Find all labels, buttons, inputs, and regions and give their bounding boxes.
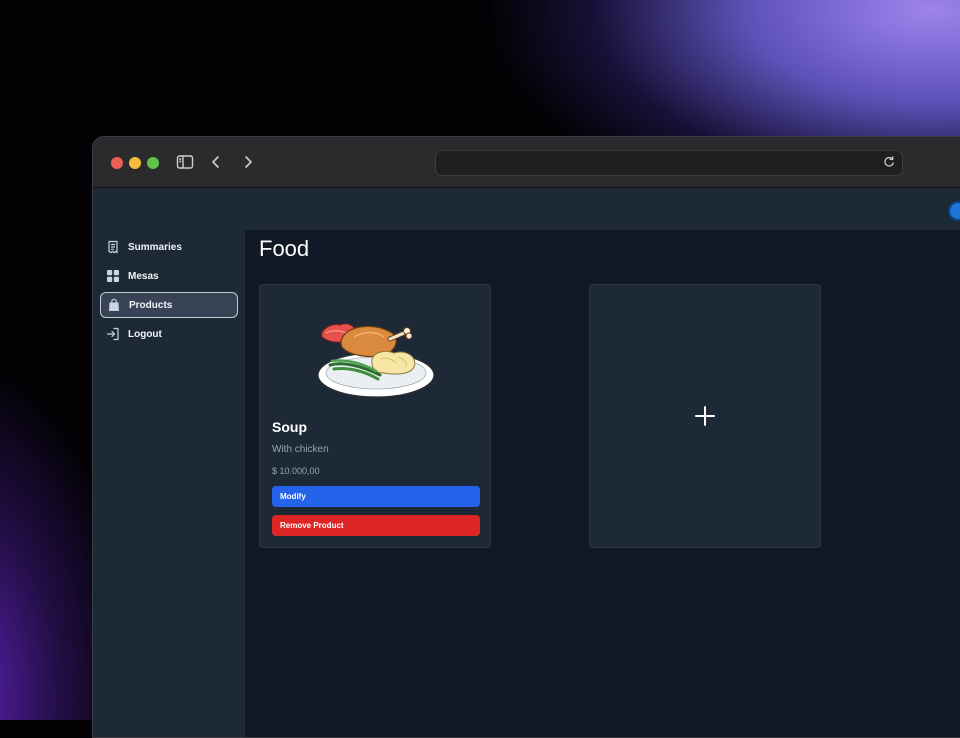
receipt-icon xyxy=(106,240,120,254)
avatar[interactable] xyxy=(948,201,960,221)
food-image xyxy=(317,323,435,398)
bag-icon xyxy=(107,298,121,312)
sidebar-item-label: Products xyxy=(129,299,173,311)
forward-icon[interactable] xyxy=(238,152,258,172)
sidebar-item-logout[interactable]: Logout xyxy=(100,321,238,347)
grid-icon xyxy=(106,269,120,283)
browser-titlebar xyxy=(93,137,960,188)
sidebar: Summaries Mesas Products Logout xyxy=(93,230,245,737)
logout-icon xyxy=(106,327,120,341)
sidebar-toggle-icon[interactable] xyxy=(175,152,195,172)
minimize-window-button[interactable] xyxy=(129,157,141,169)
back-icon[interactable] xyxy=(206,152,226,172)
page-title: Food xyxy=(259,236,310,261)
main-content: Food Soup With chicken $ 10.000,00 Modif… xyxy=(245,230,960,737)
address-bar[interactable] xyxy=(435,150,903,176)
product-price: $ 10.000,00 xyxy=(272,466,320,476)
remove-product-button[interactable]: Remove Product xyxy=(272,515,480,536)
product-description: With chicken xyxy=(272,444,329,455)
sidebar-item-label: Summaries xyxy=(128,241,182,253)
add-product-card[interactable] xyxy=(589,284,821,548)
sidebar-item-summaries[interactable]: Summaries xyxy=(100,234,238,260)
sidebar-item-label: Mesas xyxy=(128,270,159,282)
product-name: Soup xyxy=(272,419,307,435)
reload-icon[interactable] xyxy=(882,155,896,169)
plus-icon xyxy=(694,405,716,427)
product-card: Soup With chicken $ 10.000,00 Modify Rem… xyxy=(259,284,491,548)
app-topbar xyxy=(93,188,960,230)
close-window-button[interactable] xyxy=(111,157,123,169)
maximize-window-button[interactable] xyxy=(147,157,159,169)
browser-window: Summaries Mesas Products Logout Food Sou… xyxy=(92,136,960,738)
sidebar-item-label: Logout xyxy=(128,328,162,340)
sidebar-item-products[interactable]: Products xyxy=(100,292,238,318)
modify-button[interactable]: Modify xyxy=(272,486,480,507)
sidebar-item-mesas[interactable]: Mesas xyxy=(100,263,238,289)
